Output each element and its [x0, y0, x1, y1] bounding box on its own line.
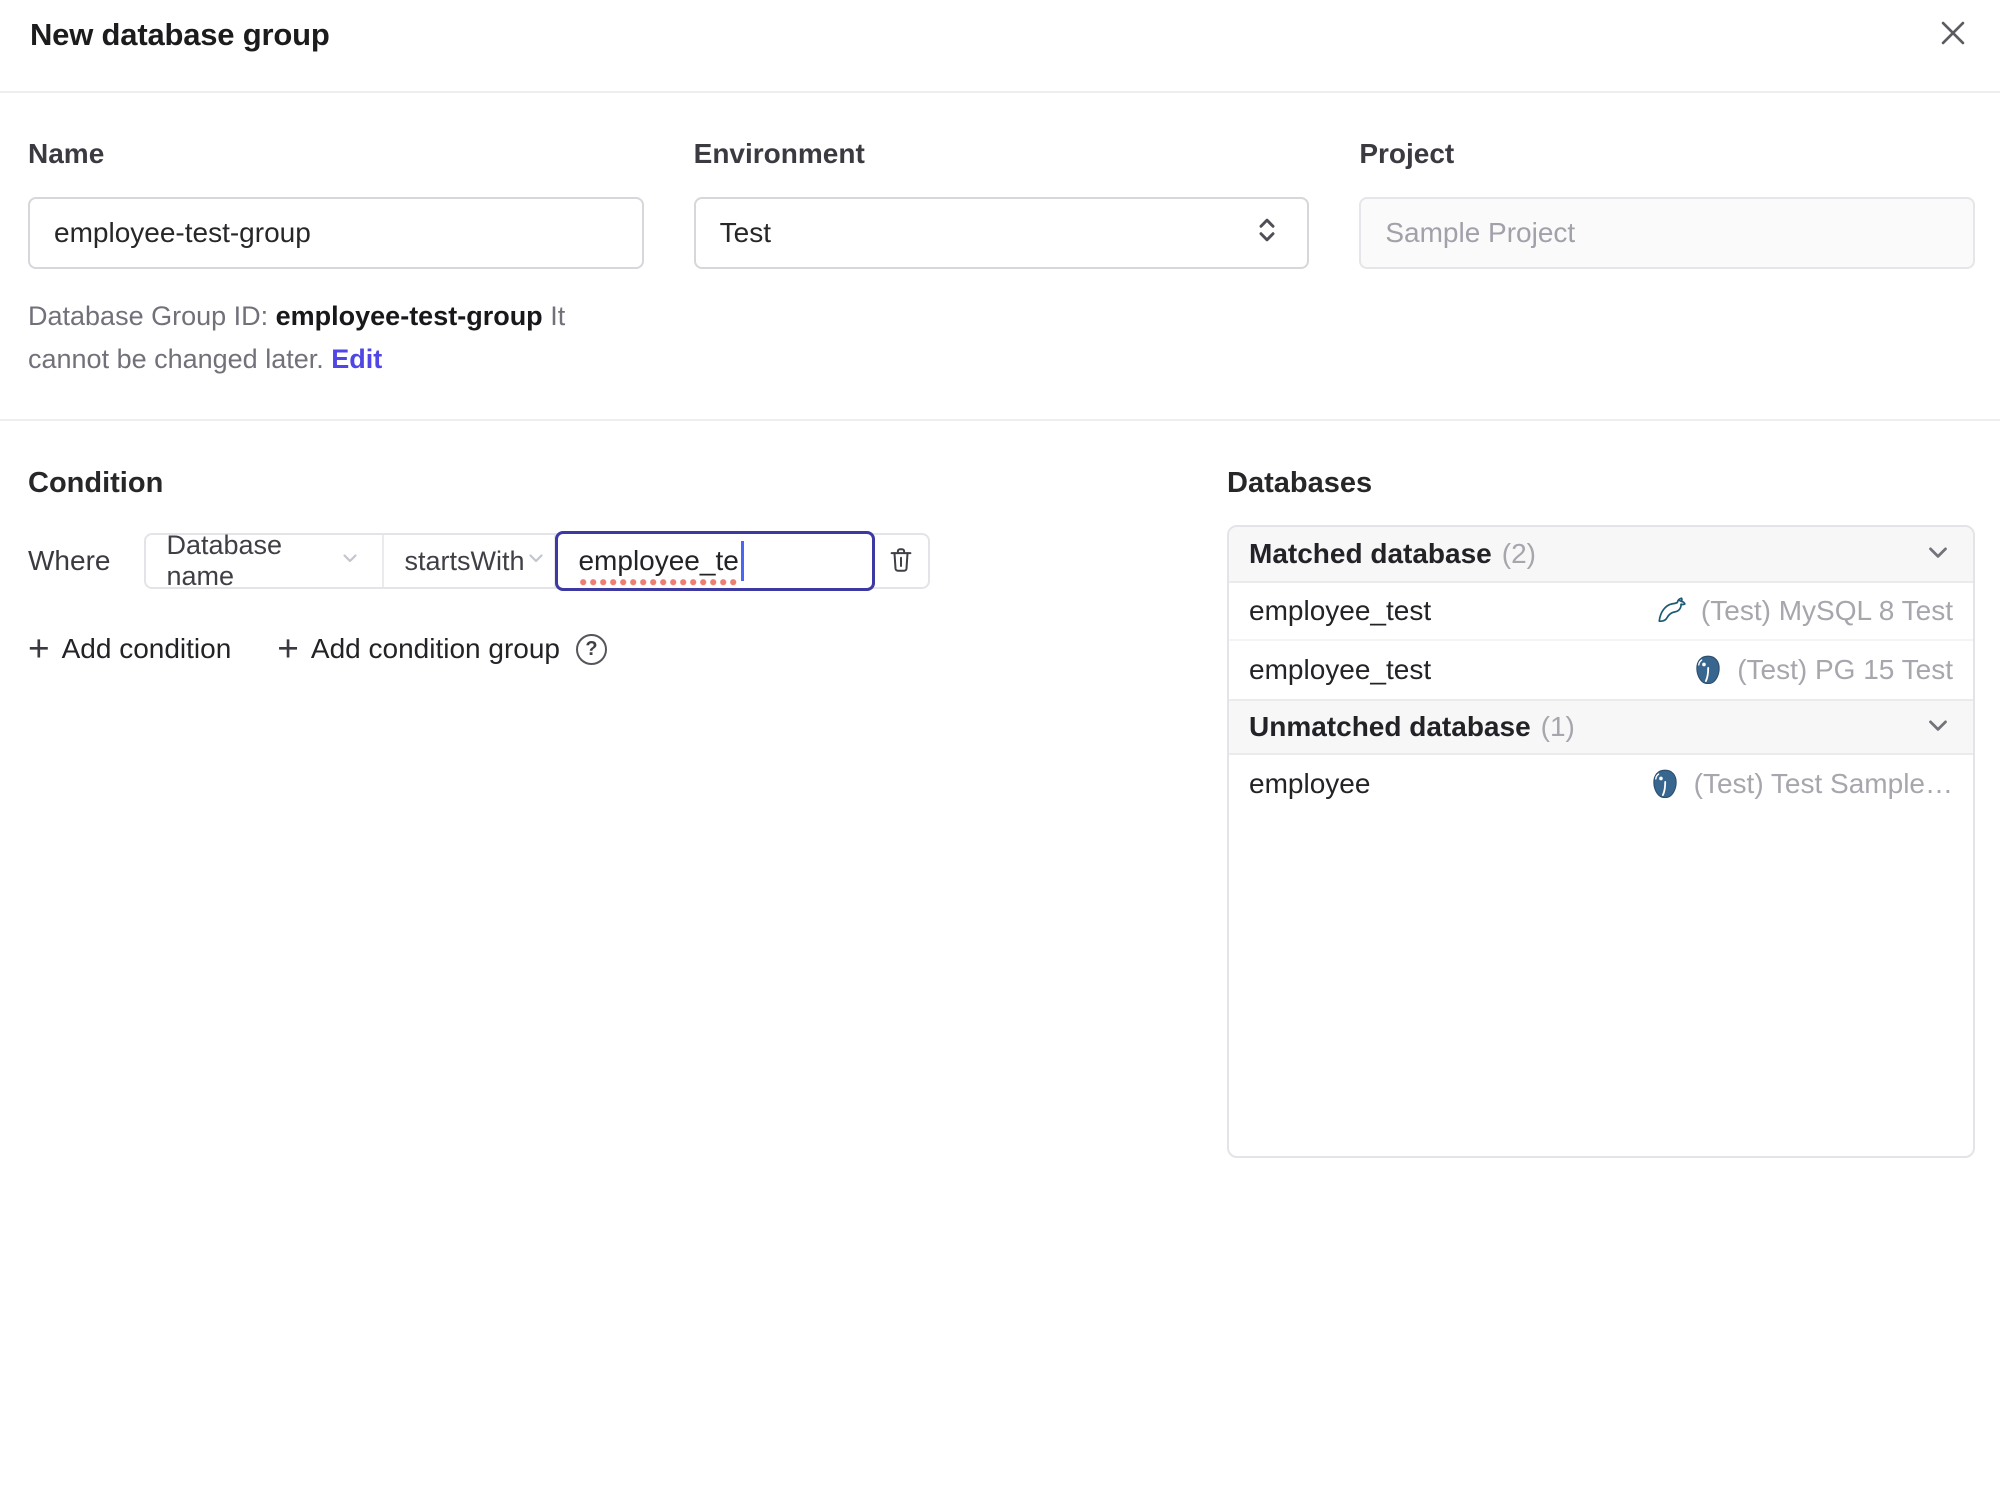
delete-condition-button[interactable]: [874, 535, 928, 587]
environment-select[interactable]: Test: [693, 197, 1310, 269]
unmatched-database-title: Unmatched database: [1249, 711, 1531, 742]
instance-label: (Test) PG 15 Test: [1737, 654, 1953, 685]
plus-icon: +: [28, 628, 50, 669]
database-row: employee (Test) Test Sample…: [1229, 755, 1973, 813]
condition-value-input[interactable]: employee_te: [555, 531, 876, 591]
chevron-down-icon: [524, 546, 548, 577]
environment-label: Environment: [693, 138, 865, 169]
instance-label: (Test) Test Sample…: [1693, 768, 1953, 799]
add-condition-group-button[interactable]: + Add condition group ?: [277, 628, 607, 669]
unmatched-database-count: (1): [1540, 711, 1575, 742]
condition-operator-select[interactable]: startsWith: [384, 535, 557, 587]
selector-up-down-icon: [1251, 214, 1283, 253]
postgresql-icon: [1696, 655, 1720, 684]
chevron-down-icon: [338, 546, 362, 577]
add-condition-label: Add condition: [61, 633, 232, 664]
database-row: employee_test (Test) PG 15 Test: [1229, 641, 1973, 699]
condition-heading: Condition: [28, 467, 164, 499]
condition-operator-value: startsWith: [404, 545, 525, 576]
dialog-header: New database group: [0, 0, 2000, 93]
database-name: employee: [1249, 768, 1371, 799]
databases-panel: Matched database (2) employee_test (Test…: [1227, 525, 1975, 1158]
matched-database-count: (2): [1501, 538, 1536, 569]
matched-database-group: Matched database (2) employee_test (Test…: [1229, 527, 1973, 699]
id-hint-prefix: Database Group ID:: [28, 301, 276, 331]
databases-section: Databases Matched database (2) employee_…: [1227, 421, 1975, 1158]
database-instance: (Test) Test Sample…: [1648, 767, 1953, 801]
name-label: Name: [28, 138, 105, 169]
trash-icon: [886, 545, 916, 578]
database-instance: (Test) PG 15 Test: [1691, 653, 1953, 687]
environment-value: Test: [719, 217, 772, 248]
help-icon[interactable]: ?: [575, 633, 607, 665]
add-condition-button[interactable]: + Add condition: [28, 628, 232, 669]
database-name: employee_test: [1249, 654, 1432, 685]
close-icon: [1936, 16, 1970, 53]
database-group-id-hint: Database Group ID: employee-test-group I…: [28, 295, 644, 381]
project-input: [1359, 197, 1975, 269]
condition-factor-select[interactable]: Database name: [146, 530, 385, 591]
chevron-down-icon: [1923, 537, 1953, 572]
databases-heading: Databases: [1227, 467, 1373, 499]
text-caret: [740, 541, 744, 581]
name-input[interactable]: [28, 197, 644, 269]
condition-actions: + Add condition + Add condition group ?: [28, 628, 1179, 669]
unmatched-database-rows: employee (Test) Test Sample…: [1229, 755, 1973, 813]
project-field-group: Project: [1359, 137, 1975, 381]
edit-id-link[interactable]: Edit: [331, 344, 382, 374]
condition-section: Condition Where Database name startsWith: [28, 421, 1179, 669]
id-hint-value: employee-test-group: [275, 301, 543, 331]
matched-database-rows: employee_test (Test) MySQL 8 Test employ…: [1229, 583, 1973, 699]
dialog-title: New database group: [30, 16, 330, 52]
database-instance: (Test) MySQL 8 Test: [1655, 594, 1953, 628]
environment-field-group: Environment Test: [693, 137, 1310, 381]
mysql-icon: [1658, 597, 1686, 623]
postgresql-icon: [1652, 769, 1677, 798]
condition-factor-value: Database name: [166, 530, 283, 591]
add-condition-group-label: Add condition group: [310, 633, 560, 664]
name-field-group: Name Database Group ID: employee-test-gr…: [28, 137, 644, 381]
database-row: employee_test (Test) MySQL 8 Test: [1229, 583, 1973, 641]
instance-label: (Test) MySQL 8 Test: [1700, 595, 1953, 626]
condition-value-text: employee_te: [578, 545, 740, 586]
condition-row: Where Database name startsWith employee_…: [28, 530, 1179, 591]
matched-database-header[interactable]: Matched database (2): [1229, 527, 1973, 583]
chevron-down-icon: [1923, 710, 1953, 745]
project-label: Project: [1359, 138, 1455, 169]
form-grid: Name Database Group ID: employee-test-gr…: [0, 93, 2000, 381]
matched-database-title: Matched database: [1249, 538, 1492, 569]
plus-icon: +: [277, 628, 299, 669]
lower-columns: Condition Where Database name startsWith: [0, 421, 2000, 1158]
condition-expression-group: Database name startsWith employee_te: [144, 530, 931, 591]
where-label: Where: [28, 545, 111, 576]
unmatched-database-group: Unmatched database (1) employee (Test) T…: [1229, 699, 1973, 813]
unmatched-database-header[interactable]: Unmatched database (1): [1229, 699, 1973, 755]
close-button[interactable]: [1932, 12, 1974, 57]
database-name: employee_test: [1249, 595, 1432, 626]
